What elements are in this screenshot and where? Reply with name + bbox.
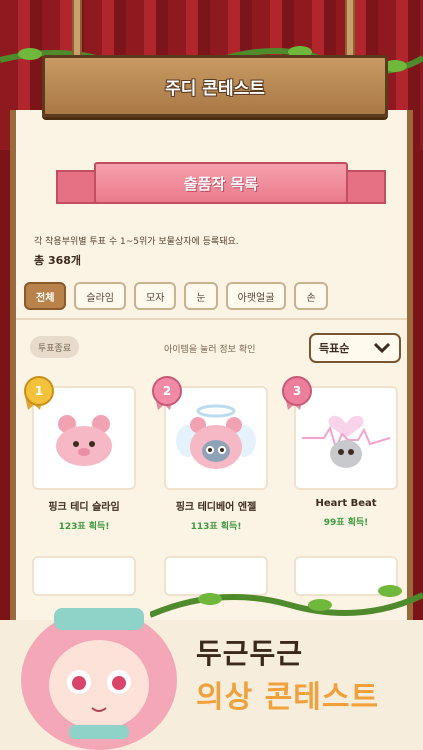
entry-thumbnail: [294, 386, 398, 490]
entry-votes: 123표 획득!: [58, 522, 110, 532]
tab-lower-face[interactable]: 아랫얼굴: [225, 282, 287, 310]
entry-votes: 99표 획득!: [323, 518, 369, 528]
section-title: 출품작 목록: [183, 174, 259, 193]
section-ribbon: 출품작 목록: [94, 162, 348, 204]
entry-thumbnail: [164, 386, 268, 490]
tab-hat[interactable]: 모자: [134, 282, 177, 310]
gold-medal-icon: 1: [24, 376, 54, 406]
page-title: 주디 콘테스트: [165, 78, 265, 99]
entry-name: 핑크 테디베어 엔젤: [175, 502, 257, 513]
tab-slime[interactable]: 슬라임: [74, 282, 127, 310]
pink-teddy-slime-icon: [56, 415, 112, 466]
rope-right: [345, 0, 355, 58]
status-badge: 투표종료: [30, 336, 80, 358]
chevron-down-icon: [373, 342, 391, 354]
tab-eyes[interactable]: 눈: [184, 282, 218, 310]
promo-line-2: 의상 콘테스트: [196, 680, 380, 715]
tab-hand[interactable]: 손: [294, 282, 328, 310]
rope-left: [72, 0, 82, 58]
hint-text: 아이템을 눌러 정보 확인: [164, 345, 256, 355]
sort-label: 득표순: [319, 342, 350, 355]
ranking-description: 각 착용부위별 투표 수 1~5위가 보물상자에 등록돼요.: [34, 237, 239, 247]
entry-card-2[interactable]: 핑크 테디베어 엔젤 113표 획득!: [164, 386, 268, 532]
divider: [16, 318, 407, 320]
title-sign: 주디 콘테스트: [42, 55, 388, 117]
entry-name: Heart Beat: [315, 498, 377, 509]
entry-name: 핑크 테디 슬라임: [48, 502, 120, 513]
promo-line-1: 두근두근: [196, 637, 304, 670]
silver-medal-icon: 2: [152, 376, 182, 406]
vine-decoration-icon: [150, 585, 423, 618]
total-count: 총 368개: [34, 254, 82, 267]
tab-all[interactable]: 전체: [24, 282, 67, 310]
category-tabs: 전체 슬라임 모자 눈 아랫얼굴 손: [24, 282, 328, 310]
ribbon-tail-right: [342, 170, 386, 204]
bronze-medal-icon: 3: [282, 376, 312, 406]
character-portrait-icon: [21, 608, 177, 750]
entry-card-3[interactable]: Heart Beat 99표 획득!: [294, 386, 398, 528]
pink-teddy-angel-icon: [176, 404, 256, 469]
heart-beat-icon: [302, 415, 391, 468]
entry-card-1[interactable]: 핑크 테디 슬라임 123표 획득!: [32, 386, 136, 532]
sort-dropdown[interactable]: 득표순: [309, 333, 401, 363]
entry-votes: 113표 획득!: [190, 522, 242, 532]
